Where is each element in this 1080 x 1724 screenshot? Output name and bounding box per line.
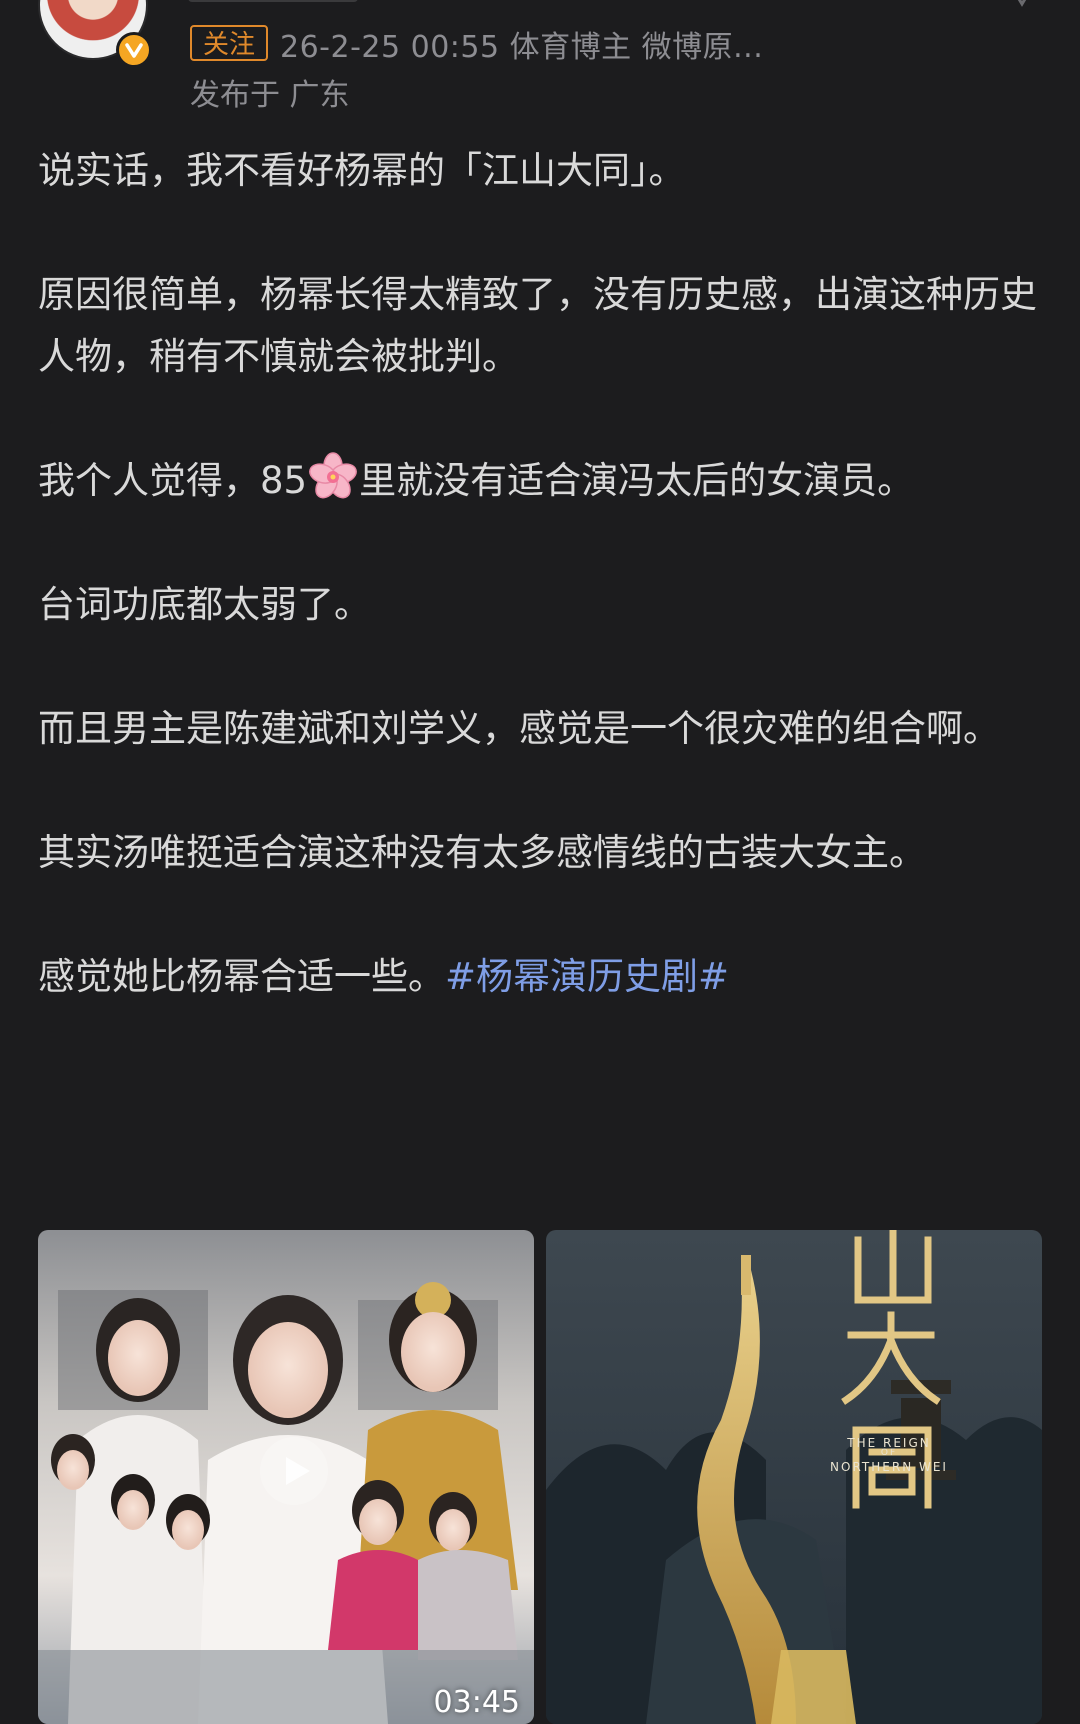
favorite-star-icon[interactable] [1004,0,1040,12]
paragraph-1: 说实话，我不看好杨幂的「江山大同」。 [38,149,686,192]
paragraph-3-start: 我个人觉得，85 [38,459,308,502]
video-duration: 03:45 [433,1685,520,1720]
paragraph-5: 而且男主是陈建斌和刘学义，感觉是一个很灾难的组合啊。 [38,707,1000,750]
poster-calligraphy-title [841,1230,941,1509]
poster-image[interactable]: THE REIGN OF NORTHERN WEI [546,1230,1042,1724]
verified-v-icon [125,43,143,58]
poster-en-line3: NORTHERN WEI [830,1460,948,1474]
cherry-blossom-icon [309,452,357,499]
video-thumbnail[interactable]: 03:45 [38,1230,534,1724]
username-text-clipped [188,0,358,2]
verified-badge-icon [116,32,152,68]
follow-button[interactable]: 关注 [190,25,269,61]
paragraph-6: 其实汤唯挺适合演这种没有太多感情线的古装大女主。 [38,831,926,874]
paragraph-2: 原因很简单，杨幂长得太精致了，没有历史感，出演这种历史人物，稍有不慎就会被批判。 [38,273,1037,378]
paragraph-3-end: 里就没有适合演冯太后的女演员。 [359,459,915,502]
paragraph-7: 感觉她比杨幂合适一些。#杨幂演历史剧# [38,946,1048,1008]
username-clipped[interactable] [188,0,468,6]
post-header: 关注 26-2-25 00:55 体育博主 微博原... 发布于 广东 [0,0,1080,120]
post-body: 说实话，我不看好杨幂的「江山大同」。 原因很简单，杨幂长得太精致了，没有历史感，… [38,140,1048,1008]
post-location: 发布于 广东 [190,78,350,113]
hashtag-link[interactable]: #杨幂演历史剧# [445,955,729,998]
media-grid: 03:45 THE REIGN OF NORTHERN WEI [38,1230,1042,1724]
paragraph-7-text: 感觉她比杨幂合适一些。 [38,955,445,998]
poster-english-title: THE REIGN OF NORTHERN WEI [814,1430,964,1480]
play-icon[interactable] [258,1435,330,1507]
post-meta: 26-2-25 00:55 体育博主 微博原... [280,30,764,65]
paragraph-3: 我个人觉得，85 里就没有适合演冯太后的女演员。 [38,450,1048,512]
paragraph-4: 台词功底都太弱了。 [38,583,371,626]
